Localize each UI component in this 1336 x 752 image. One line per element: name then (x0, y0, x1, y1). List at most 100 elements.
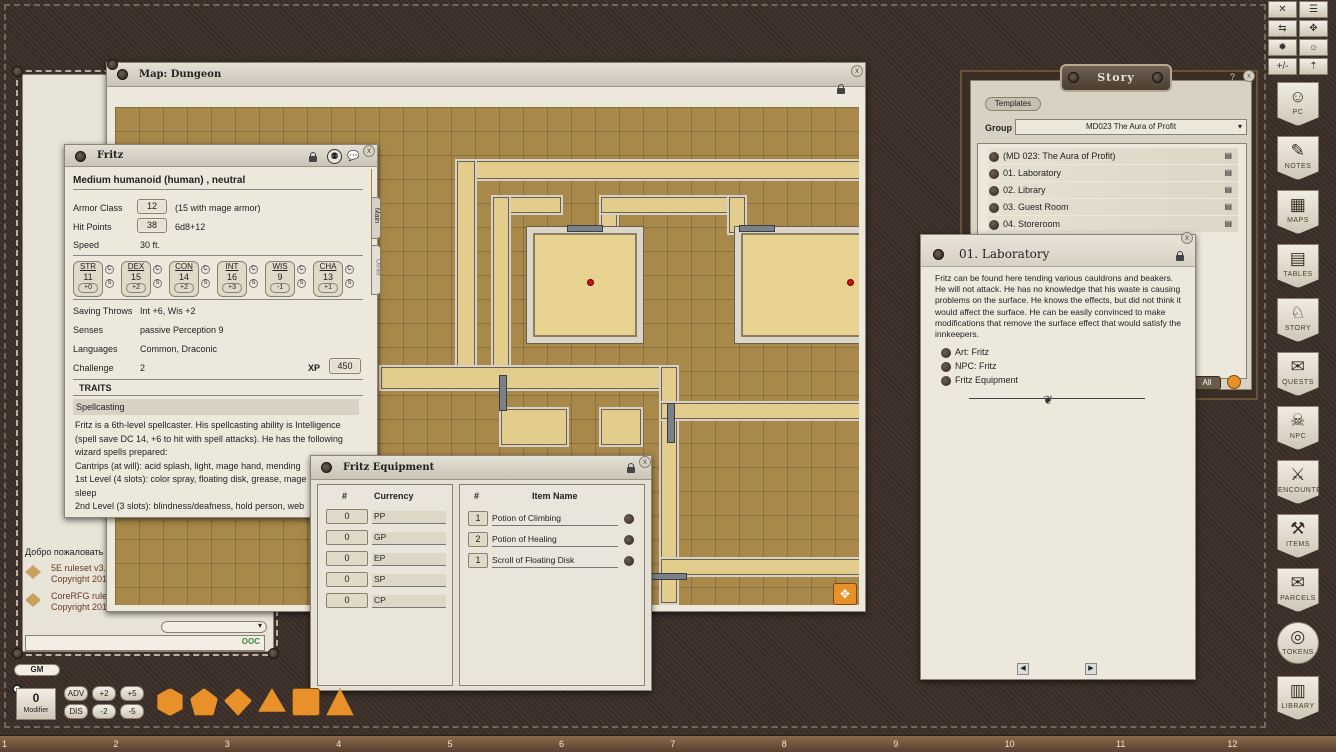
check-toggle[interactable]: C (297, 265, 306, 274)
lock-icon[interactable] (837, 84, 845, 94)
item-count-field[interactable]: 1 (468, 511, 488, 526)
save-toggle[interactable]: S (297, 279, 306, 288)
save-toggle[interactable]: S (345, 279, 354, 288)
lock-icon[interactable] (1176, 251, 1184, 261)
sidebar-quests-button[interactable]: ✉ QUESTS (1277, 352, 1319, 396)
book-icon[interactable]: ▤ (1224, 148, 1232, 164)
currency-name-field[interactable]: GP (372, 532, 446, 545)
currency-amount-field[interactable]: 0 (326, 572, 368, 587)
close-icon[interactable]: x (1181, 232, 1193, 244)
chat-input[interactable]: OOC (25, 635, 265, 651)
identity-icon[interactable]: ⚉ (327, 149, 342, 164)
story-entry[interactable]: 01. Laboratory ▤ (988, 165, 1238, 181)
check-toggle[interactable]: C (249, 265, 258, 274)
close-icon[interactable]: x (851, 65, 863, 77)
edit-icon[interactable] (1227, 375, 1241, 389)
item-count-field[interactable]: 2 (468, 532, 488, 547)
modifier-button[interactable]: DIS (64, 704, 88, 719)
speech-bubble-icon[interactable]: 💬 (347, 151, 359, 162)
prev-page-button[interactable]: ◀ (1017, 663, 1029, 675)
modifier-button[interactable]: -2 (92, 704, 116, 719)
book-icon[interactable]: ▤ (1224, 216, 1232, 232)
check-toggle[interactable]: C (153, 265, 162, 274)
tab-main[interactable]: Main (371, 197, 381, 239)
book-icon[interactable]: ▤ (1224, 182, 1232, 198)
ability-box[interactable]: CON 14 +2 (169, 261, 199, 297)
lab-link[interactable]: Fritz Equipment (941, 375, 1018, 386)
story-entry[interactable]: 04. Storeroom ▤ (988, 216, 1238, 232)
story-entry[interactable]: (MD 023: The Aura of Profit) ▤ (988, 148, 1238, 164)
ability-box[interactable]: STR 11 +0 (73, 261, 103, 297)
sidebar-items-button[interactable]: ⚒ ITEMS (1277, 514, 1319, 558)
toolbar-button[interactable]: ☼ (1299, 39, 1328, 56)
story-entry[interactable]: 03. Guest Room ▤ (988, 199, 1238, 215)
map-pin-icon[interactable] (587, 279, 594, 286)
close-icon[interactable]: x (1243, 70, 1255, 82)
lock-icon[interactable] (627, 463, 635, 473)
save-toggle[interactable]: S (201, 279, 210, 288)
sidebar-encounter-button[interactable]: ⚔ ENCOUNTER (1277, 460, 1319, 504)
ooc-label[interactable]: OOC (242, 637, 260, 646)
item-name-field[interactable]: Potion of Climbing (492, 513, 618, 526)
item-link-icon[interactable] (624, 556, 634, 566)
modifier-button[interactable]: +5 (120, 686, 144, 701)
group-select[interactable]: MD023 The Aura of Profit ▾ (1015, 119, 1247, 135)
currency-amount-field[interactable]: 0 (326, 551, 368, 566)
toolbar-button[interactable]: ⇡ (1299, 58, 1328, 75)
toolbar-button[interactable]: ⇆ (1268, 20, 1297, 37)
ability-box[interactable]: INT 16 +3 (217, 261, 247, 297)
map-tools-icon[interactable]: ✥ (833, 583, 857, 605)
modifier-button[interactable]: +2 (92, 686, 116, 701)
sidebar-pc-button[interactable]: ☺ PC (1277, 82, 1319, 126)
currency-name-field[interactable]: PP (372, 511, 446, 524)
sidebar-npc-button[interactable]: ☠ NPC (1277, 406, 1319, 450)
ability-box[interactable]: WIS 9 -1 (265, 261, 295, 297)
sidebar-library-button[interactable]: ▥ LIBRARY (1277, 676, 1319, 720)
lock-icon[interactable] (309, 152, 317, 162)
check-toggle[interactable]: C (345, 265, 354, 274)
filter-all-button[interactable]: All (1193, 376, 1221, 390)
item-name-field[interactable]: Scroll of Floating Disk (492, 555, 618, 568)
xp-field[interactable]: 450 (329, 358, 361, 374)
sidebar-tokens-button[interactable]: ◎ TOKENS (1277, 622, 1319, 664)
toolbar-button[interactable]: ✕ (1268, 1, 1297, 18)
book-icon[interactable]: ▤ (1224, 199, 1232, 215)
lab-text[interactable]: Fritz can be found here tending various … (935, 273, 1183, 340)
toolbar-button[interactable]: ✹ (1268, 39, 1297, 56)
sidebar-tables-button[interactable]: ▤ TABLES (1277, 244, 1319, 288)
modifier-button[interactable]: ADV (64, 686, 88, 701)
tab-other[interactable]: Other (371, 245, 381, 295)
next-page-button[interactable]: ▶ (1085, 663, 1097, 675)
book-icon[interactable]: ▤ (1224, 165, 1232, 181)
templates-button[interactable]: Templates (985, 97, 1041, 111)
ability-box[interactable]: DEX 15 +2 (121, 261, 151, 297)
toolbar-button[interactable]: ✥ (1299, 20, 1328, 37)
lab-link[interactable]: NPC: Fritz (941, 361, 997, 372)
story-entry[interactable]: 02. Library ▤ (988, 182, 1238, 198)
currency-amount-field[interactable]: 0 (326, 509, 368, 524)
currency-name-field[interactable]: EP (372, 553, 446, 566)
currency-amount-field[interactable]: 0 (326, 530, 368, 545)
hit-points-field[interactable]: 38 (137, 218, 167, 233)
gm-identity[interactable]: GM (14, 664, 60, 676)
currency-amount-field[interactable]: 0 (326, 593, 368, 608)
close-icon[interactable]: x (363, 145, 375, 157)
save-toggle[interactable]: S (105, 279, 114, 288)
sidebar-parcels-button[interactable]: ✉ PARCELS (1277, 568, 1319, 612)
check-toggle[interactable]: C (105, 265, 114, 274)
armor-class-field[interactable]: 12 (137, 199, 167, 214)
currency-name-field[interactable]: CP (372, 595, 446, 608)
currency-name-field[interactable]: SP (372, 574, 446, 587)
lab-link[interactable]: Art: Fritz (941, 347, 989, 358)
toolbar-button[interactable]: ☰ (1299, 1, 1328, 18)
modifier-button[interactable]: -5 (120, 704, 144, 719)
item-link-icon[interactable] (624, 514, 634, 524)
modifier-box[interactable]: 0 Modifier (16, 688, 56, 720)
trait-name-field[interactable]: Spellcasting (73, 399, 359, 415)
ability-box[interactable]: CHA 13 +1 (313, 261, 343, 297)
sidebar-story-button[interactable]: ♘ STORY (1277, 298, 1319, 342)
sidebar-maps-button[interactable]: ▦ MAPS (1277, 190, 1319, 234)
d6-die-icon[interactable] (292, 688, 320, 716)
save-toggle[interactable]: S (249, 279, 258, 288)
chat-mode-select[interactable]: ▾ (161, 621, 267, 633)
